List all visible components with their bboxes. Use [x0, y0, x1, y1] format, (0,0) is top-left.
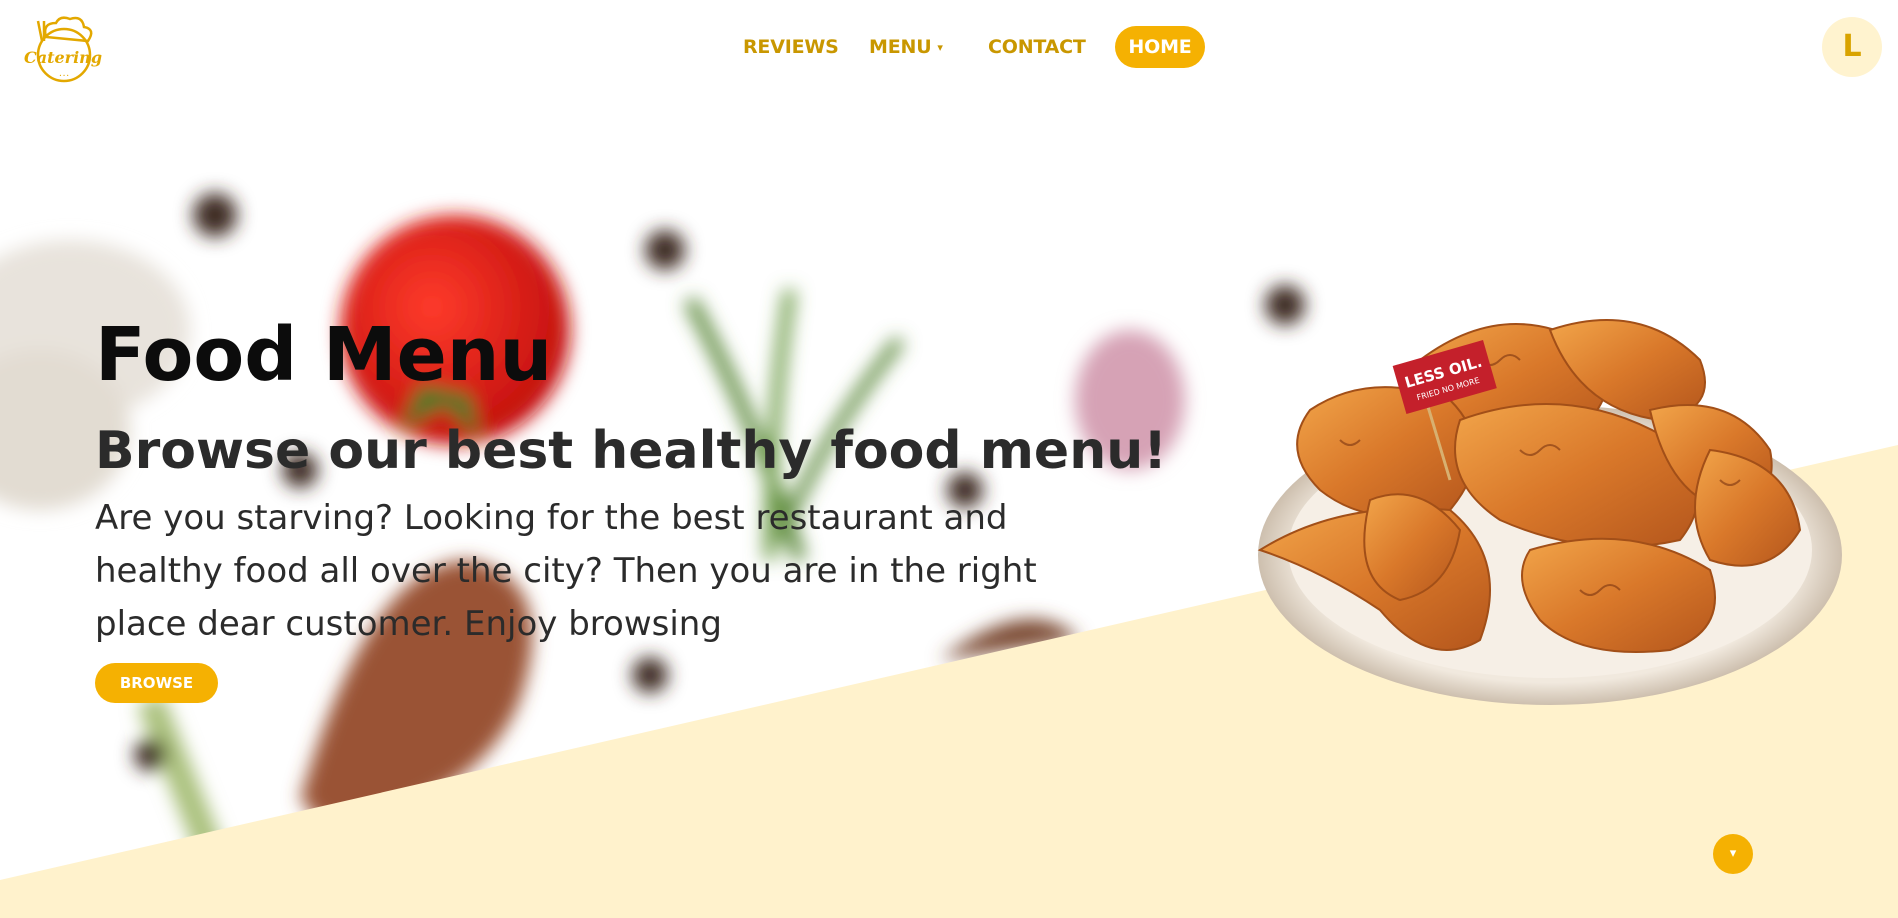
nav-home[interactable]: HOME [1115, 26, 1205, 68]
fried-chicken-image: LESS OIL. FRIED NO MORE [1250, 300, 1850, 720]
nav-reviews[interactable]: REVIEWS [743, 26, 839, 68]
svg-text:• • •: • • • [59, 73, 69, 78]
main-nav: REVIEWS MENU ▾ CONTACT HOME [0, 26, 1898, 68]
scroll-down-button[interactable]: ▾ [1713, 834, 1753, 874]
chevron-down-icon: ▾ [1729, 846, 1737, 861]
page-title: Food Menu [95, 312, 553, 398]
nav-contact[interactable]: CONTACT [988, 26, 1086, 68]
site-header: Catering • • • REVIEWS MENU ▾ CONTACT HOM… [0, 1, 1898, 91]
chevron-down-icon: ▾ [937, 41, 943, 54]
nav-menu-label: MENU [869, 36, 932, 58]
nav-menu[interactable]: MENU ▾ [869, 26, 943, 68]
hero-subtitle: Browse our best healthy food menu! [95, 421, 1167, 481]
browse-button[interactable]: BROWSE [95, 663, 218, 703]
hero-description: Are you starving? Looking for the best r… [95, 498, 1037, 644]
user-avatar[interactable]: L [1822, 17, 1882, 77]
